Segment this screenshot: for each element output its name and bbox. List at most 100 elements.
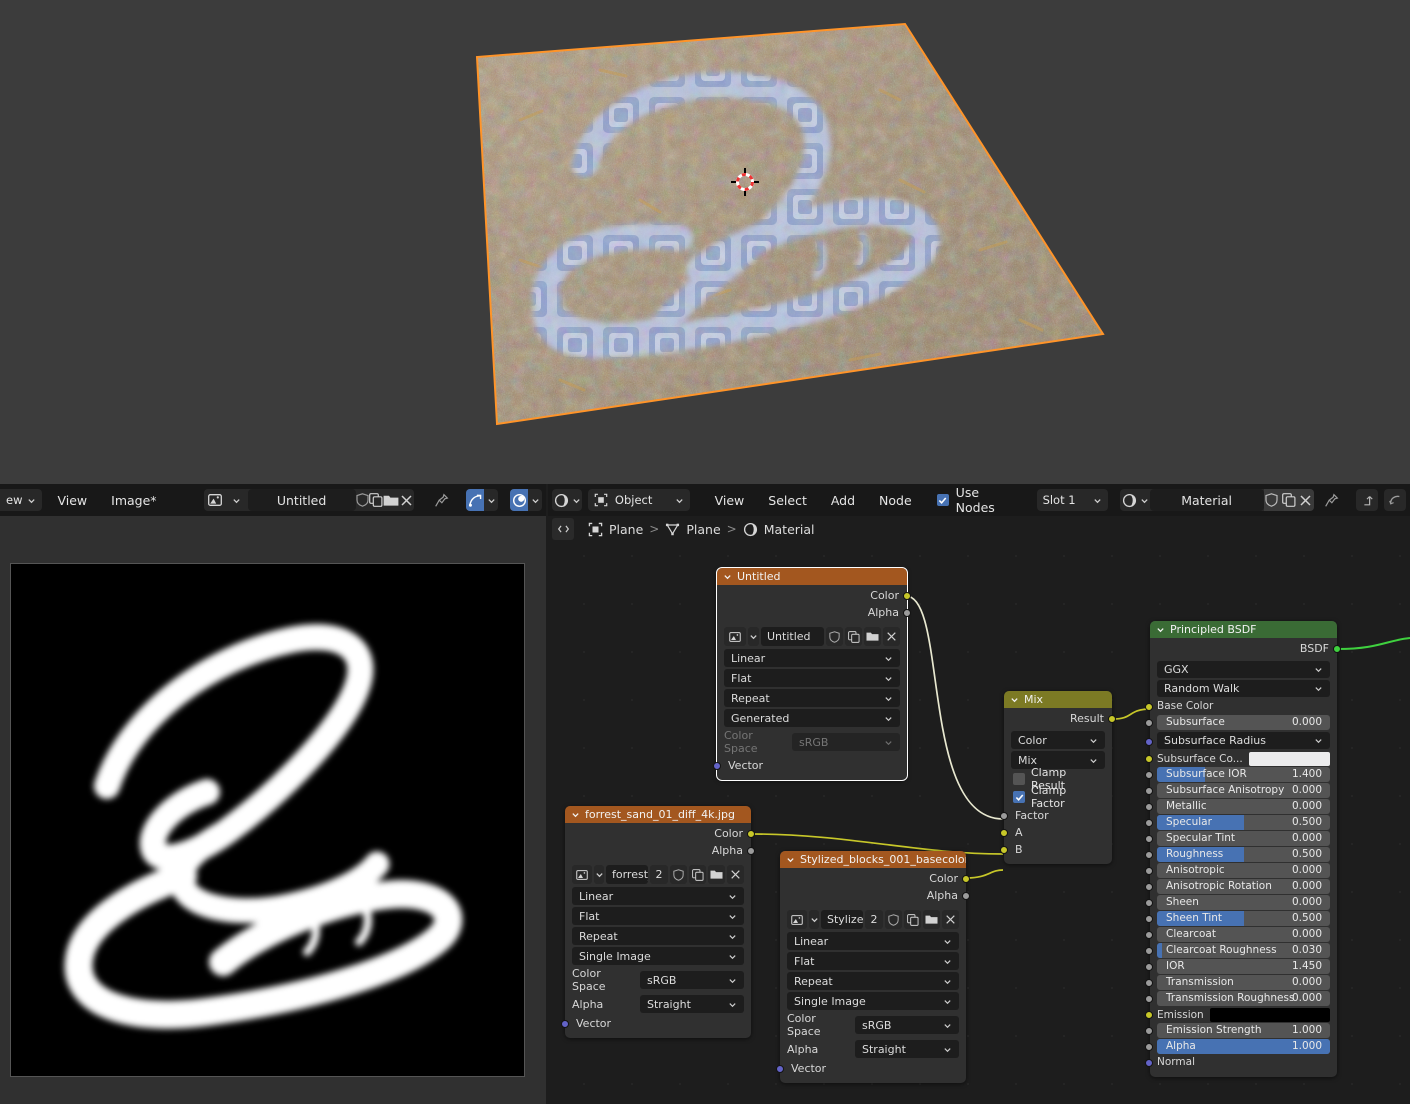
image-name-field[interactable]: Untitled — [247, 489, 356, 511]
swatch-row[interactable]: Emission — [1157, 1007, 1330, 1022]
node-mix[interactable]: Mix Result Color Mix Clamp Result Clamp … — [1000, 691, 1116, 864]
material-browse-icon[interactable] — [1120, 489, 1139, 511]
duplicate-icon[interactable] — [845, 627, 862, 646]
bsdf-property-row[interactable]: Subsurface Anisotropy 0.000 — [1145, 783, 1337, 798]
color-space-dropdown[interactable]: sRGB — [640, 971, 744, 989]
sidebar-toggle[interactable] — [552, 518, 574, 540]
node-stylized-blocks-texture[interactable]: Stylized_blocks_001_basecolor.jpg Color … — [776, 851, 970, 1083]
socket-factor-in[interactable] — [1000, 812, 1008, 820]
bsdf-property-row[interactable]: Subsurface Co... — [1145, 751, 1337, 766]
image-user-count[interactable]: 2 — [865, 910, 883, 929]
image-name[interactable]: Stylized_blo... — [821, 910, 863, 929]
open-folder-icon[interactable] — [708, 865, 725, 884]
slider-anisotropic[interactable]: Anisotropic 0.000 — [1157, 863, 1330, 878]
slider-sheen-tint[interactable]: Sheen Tint 0.500 — [1157, 911, 1330, 926]
bsdf-property-row[interactable]: Subsurface IOR 1.400 — [1145, 767, 1337, 782]
node-principled-bsdf[interactable]: Principled BSDF BSDF GGX Random Walk Bas… — [1145, 621, 1341, 1077]
output-color[interactable]: Color — [717, 587, 911, 604]
socket-normal[interactable] — [1145, 1059, 1153, 1067]
breadcrumb-item-object[interactable]: Plane — [609, 522, 643, 537]
output-color[interactable]: Color — [565, 825, 755, 842]
3d-viewport[interactable] — [0, 0, 1410, 484]
socket-color-out[interactable] — [903, 592, 911, 600]
fake-user-shield-icon[interactable] — [1263, 489, 1281, 511]
output-result[interactable]: Result — [1004, 710, 1116, 727]
overlay-selector[interactable] — [510, 489, 542, 511]
bsdf-property-row[interactable]: Alpha 1.000 — [1145, 1039, 1337, 1054]
menu-view[interactable]: View — [706, 490, 754, 511]
bsdf-property-row[interactable]: Transmission 0.000 — [1145, 975, 1337, 990]
fake-user-shield-icon[interactable] — [826, 627, 843, 646]
breadcrumb-item-mesh[interactable]: Plane — [686, 522, 720, 537]
bsdf-property-row[interactable]: Emission — [1145, 1007, 1337, 1022]
menu-image[interactable]: Image* — [102, 490, 165, 511]
use-nodes-checkbox[interactable]: Use Nodes — [936, 485, 1001, 515]
socket-bsdf-out[interactable] — [1333, 645, 1341, 653]
fake-user-shield-icon[interactable] — [356, 489, 370, 511]
bsdf-property-row[interactable]: Sheen Tint 0.500 — [1145, 911, 1337, 926]
socket-subsurface-ior[interactable] — [1145, 771, 1153, 779]
color-swatch[interactable] — [1248, 751, 1330, 766]
node-canvas[interactable]: Untitled Color Alpha Untitled Linear Fla… — [548, 510, 1410, 1104]
socket-anisotropic-rotation[interactable] — [1145, 883, 1153, 891]
node-header[interactable]: Principled BSDF — [1150, 621, 1337, 638]
socket-b-in[interactable] — [1000, 846, 1008, 854]
image-browse-icon[interactable] — [787, 910, 807, 929]
interpolation-dropdown[interactable]: Linear — [724, 649, 900, 667]
fake-user-shield-icon[interactable] — [885, 910, 902, 929]
interpolation-dropdown[interactable]: Linear — [787, 932, 959, 950]
bsdf-property-row[interactable]: Clearcoat Roughness 0.030 — [1145, 943, 1337, 958]
slider-anisotropic-rotation[interactable]: Anisotropic Rotation 0.000 — [1157, 879, 1330, 894]
slider-roughness[interactable]: Roughness 0.500 — [1157, 847, 1330, 862]
input-a[interactable]: A — [1000, 824, 1112, 841]
output-color[interactable]: Color — [780, 870, 970, 887]
socket-subsurface-radius[interactable] — [1145, 738, 1153, 746]
extension-dropdown[interactable]: Repeat — [572, 927, 744, 945]
chevron-down-icon[interactable] — [786, 855, 795, 864]
slider-sheen[interactable]: Sheen 0.000 — [1157, 895, 1330, 910]
image-browse-chevron[interactable] — [594, 865, 604, 884]
overlay-chevron[interactable] — [528, 489, 542, 511]
material-name-field[interactable]: Material — [1149, 489, 1264, 511]
socket-alpha-out[interactable] — [962, 892, 970, 900]
source-dropdown[interactable]: Single Image — [572, 947, 744, 965]
input-b[interactable]: B — [1000, 841, 1112, 858]
unlink-x-icon[interactable] — [942, 910, 959, 929]
socket-roughness[interactable] — [1145, 851, 1153, 859]
input-vector[interactable]: Vector — [776, 1060, 966, 1077]
alpha-mode-dropdown[interactable]: Straight — [640, 995, 744, 1013]
projection-dropdown[interactable]: Flat — [724, 669, 900, 687]
view-mode-selector[interactable] — [466, 489, 499, 511]
pin-button[interactable] — [1320, 489, 1342, 511]
slider-clearcoat-roughness[interactable]: Clearcoat Roughness 0.030 — [1157, 943, 1330, 958]
socket-emission[interactable] — [1145, 1011, 1153, 1019]
clamp-factor-checkbox[interactable]: Clamp Factor — [1013, 784, 1103, 810]
slider-subsurface[interactable]: Subsurface 0.000 — [1157, 715, 1330, 730]
image-datablock-row[interactable]: forrest_san... 2 — [572, 865, 744, 884]
unlink-x-icon[interactable] — [727, 865, 744, 884]
image-name[interactable]: Untitled — [761, 627, 824, 646]
socket-sheen-tint[interactable] — [1145, 915, 1153, 923]
slider-specular-tint[interactable]: Specular Tint 0.000 — [1157, 831, 1330, 846]
node-header[interactable]: forrest_sand_01_diff_4k.jpg — [565, 806, 751, 823]
socket-alpha-out[interactable] — [747, 847, 755, 855]
unlink-x-icon[interactable] — [399, 489, 414, 511]
slider-metallic[interactable]: Metallic 0.000 — [1157, 799, 1330, 814]
socket-vector-in[interactable] — [561, 1020, 569, 1028]
image-user-count[interactable]: 2 — [650, 865, 668, 884]
image-datablock-row[interactable]: Stylized_blo... 2 — [787, 910, 959, 929]
bsdf-property-row[interactable]: Anisotropic Rotation 0.000 — [1145, 879, 1337, 894]
swatch-row[interactable]: Subsurface Co... — [1157, 751, 1330, 766]
slider-transmission[interactable]: Transmission 0.000 — [1157, 975, 1330, 990]
input-vector[interactable]: Vector — [561, 1015, 751, 1032]
source-dropdown[interactable]: Single Image — [787, 992, 959, 1010]
data-type-dropdown[interactable]: Color — [1011, 731, 1105, 749]
socket-ior[interactable] — [1145, 963, 1153, 971]
projection-dropdown[interactable]: Flat — [787, 952, 959, 970]
duplicate-icon[interactable] — [904, 910, 921, 929]
input-vector[interactable]: Vector — [713, 757, 907, 774]
socket-color-out[interactable] — [962, 875, 970, 883]
bsdf-property-row[interactable]: Subsurface Radius — [1145, 732, 1337, 749]
socket-clearcoat-roughness[interactable] — [1145, 947, 1153, 955]
input-factor[interactable]: Factor — [1000, 807, 1112, 824]
